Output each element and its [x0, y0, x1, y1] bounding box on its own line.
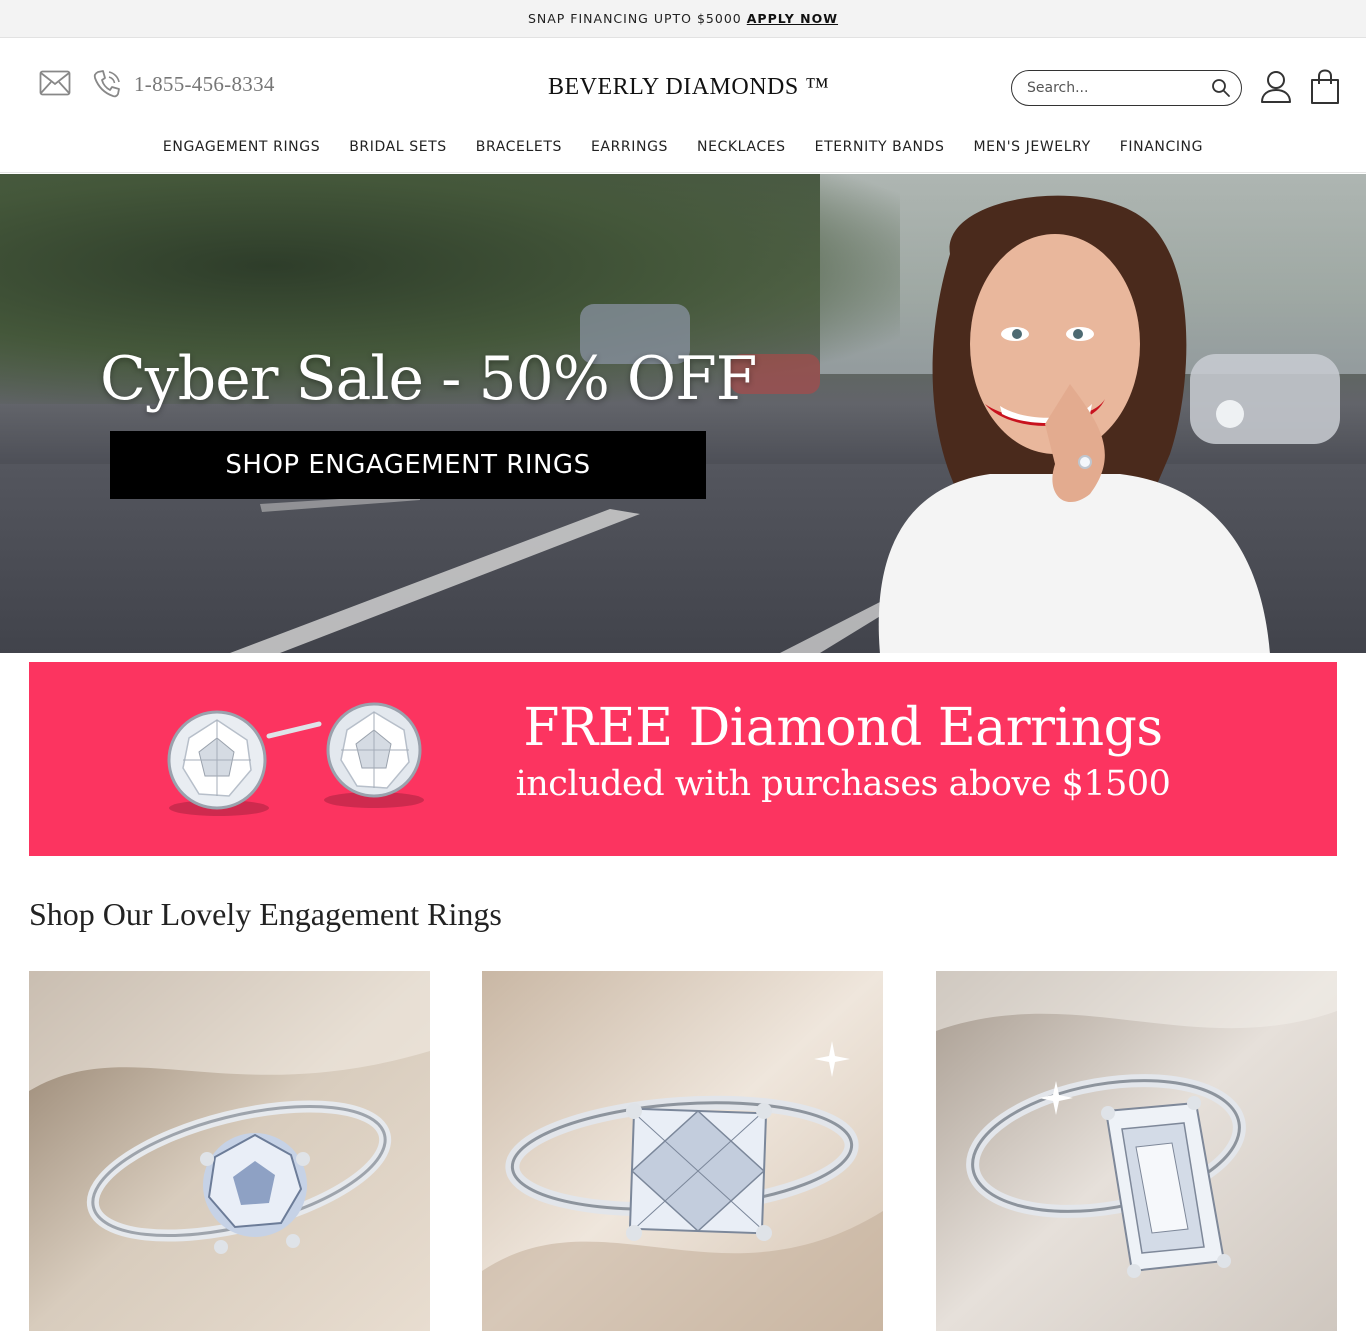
- nav-item-earrings[interactable]: EARRINGS: [576, 139, 682, 155]
- search-box[interactable]: [1011, 70, 1242, 106]
- round-cut-ring-image: [29, 971, 430, 1331]
- user-icon[interactable]: [1260, 70, 1292, 104]
- search-input[interactable]: [1027, 80, 1207, 96]
- emerald-cut-ring-image: [936, 971, 1337, 1331]
- apply-now-link[interactable]: APPLY NOW: [747, 11, 838, 26]
- announcement-text: SNAP FINANCING UPTO $5000: [527, 11, 742, 26]
- announcement-bar: SNAP FINANCING UPTO $5000 APPLY NOW: [0, 0, 1366, 38]
- shop-engagement-rings-button[interactable]: SHOP ENGAGEMENT RINGS: [110, 431, 706, 499]
- hero-banner[interactable]: Cyber Sale - 50% OFF SHOP ENGAGEMENT RIN…: [0, 174, 1366, 653]
- main-nav: ENGAGEMENT RINGS BRIDAL SETS BRACELETS E…: [0, 139, 1366, 155]
- princess-cut-ring-image: [482, 971, 883, 1331]
- phone-number[interactable]: 1-855-456-8334: [134, 72, 275, 97]
- site-header: 1-855-456-8334 BEVERLY DIAMONDS ™ ENGAGE…: [0, 39, 1366, 173]
- promo-title: FREE Diamond Earrings: [523, 698, 1163, 758]
- nav-item-engagement-rings[interactable]: ENGAGEMENT RINGS: [148, 139, 334, 155]
- phone-icon[interactable]: [91, 68, 123, 100]
- promo-banner[interactable]: FREE Diamond Earrings included with purc…: [29, 662, 1337, 856]
- hero-title: Cyber Sale - 50% OFF: [100, 344, 757, 414]
- nav-item-bridal-sets[interactable]: BRIDAL SETS: [335, 139, 462, 155]
- nav-item-mens-jewelry[interactable]: MEN'S JEWELRY: [959, 139, 1105, 155]
- site-logo[interactable]: BEVERLY DIAMONDS ™: [548, 74, 829, 101]
- hero-model-image: [878, 195, 1270, 653]
- mail-icon[interactable]: [39, 70, 71, 96]
- search-icon[interactable]: [1211, 78, 1231, 98]
- nav-item-financing[interactable]: FINANCING: [1105, 139, 1217, 155]
- product-card-princess-cut[interactable]: [482, 971, 883, 1331]
- cart-icon[interactable]: [1310, 69, 1340, 105]
- promo-subtitle: included with purchases above $1500: [515, 764, 1171, 804]
- product-card-emerald-cut[interactable]: [936, 971, 1337, 1331]
- section-title: Shop Our Lovely Engagement Rings: [29, 896, 502, 932]
- diamond-earrings-image: [167, 702, 424, 816]
- nav-item-bracelets[interactable]: BRACELETS: [461, 139, 576, 155]
- product-card-round-cut[interactable]: [29, 971, 430, 1331]
- nav-item-eternity-bands[interactable]: ETERNITY BANDS: [800, 139, 959, 155]
- nav-item-necklaces[interactable]: NECKLACES: [683, 139, 801, 155]
